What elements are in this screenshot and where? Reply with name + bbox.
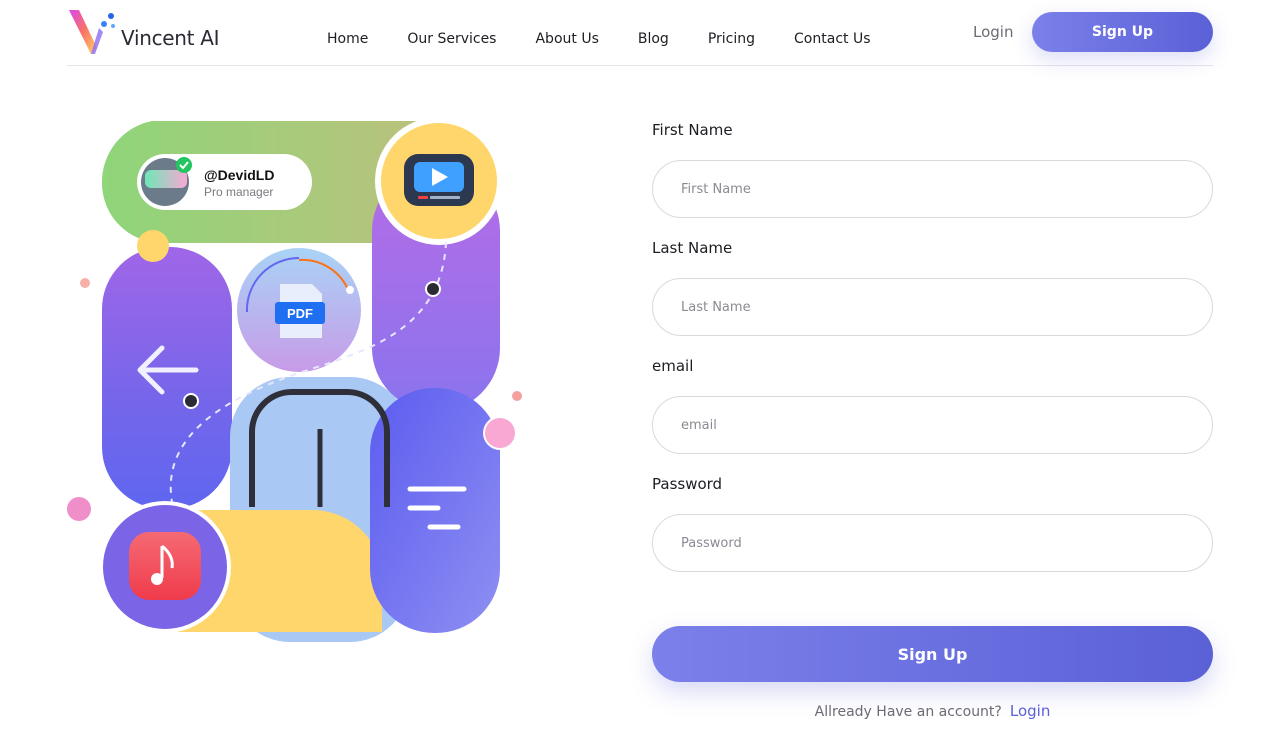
profile-role: Pro manager [204, 185, 273, 199]
header-signup-button[interactable]: Sign Up [1032, 12, 1213, 52]
avatar [145, 170, 187, 188]
pdf-label: PDF [287, 306, 313, 321]
nav-about-us[interactable]: About Us [535, 31, 598, 47]
footer-login-link[interactable]: Login [1010, 702, 1050, 720]
login-prompt: Allready Have an account? Login [652, 702, 1213, 720]
last-name-input[interactable] [652, 278, 1213, 336]
first-name-group: First Name [652, 118, 1213, 218]
brand-name: Vincent AI [121, 26, 220, 50]
first-name-label: First Name [652, 121, 733, 139]
nav-home[interactable]: Home [327, 31, 368, 47]
brand-logo[interactable]: Vincent AI [67, 8, 227, 56]
last-name-group: Last Name [652, 236, 1213, 336]
pdf-file-icon: PDF [275, 284, 325, 338]
nav-contact-us[interactable]: Contact Us [794, 31, 870, 47]
signup-form: First Name Last Name email Password [652, 118, 1213, 590]
login-prompt-text: Allready Have an account? [814, 704, 1002, 720]
first-name-input[interactable] [652, 160, 1213, 218]
email-group: email [652, 354, 1213, 454]
header-login-link[interactable]: Login [973, 23, 1013, 41]
video-player-icon [404, 154, 474, 206]
last-name-label: Last Name [652, 239, 733, 257]
main-nav: Home Our Services About Us Blog Pricing … [327, 31, 871, 47]
email-label: email [652, 357, 694, 375]
logo-v-icon [69, 10, 115, 54]
password-input[interactable] [652, 514, 1213, 572]
submit-signup-button[interactable]: Sign Up [652, 626, 1213, 682]
nav-our-services[interactable]: Our Services [407, 31, 496, 47]
email-input[interactable] [652, 396, 1213, 454]
nav-pricing[interactable]: Pricing [708, 31, 755, 47]
password-label: Password [652, 475, 723, 493]
music-note-icon [129, 532, 201, 600]
profile-handle: @DevidLD [204, 167, 274, 183]
password-group: Password [652, 472, 1213, 572]
hero-illustration: @DevidLD Pro manager PDF [67, 117, 522, 642]
site-header: Vincent AI Home Our Services About Us Bl… [67, 0, 1213, 66]
nav-blog[interactable]: Blog [638, 31, 669, 47]
